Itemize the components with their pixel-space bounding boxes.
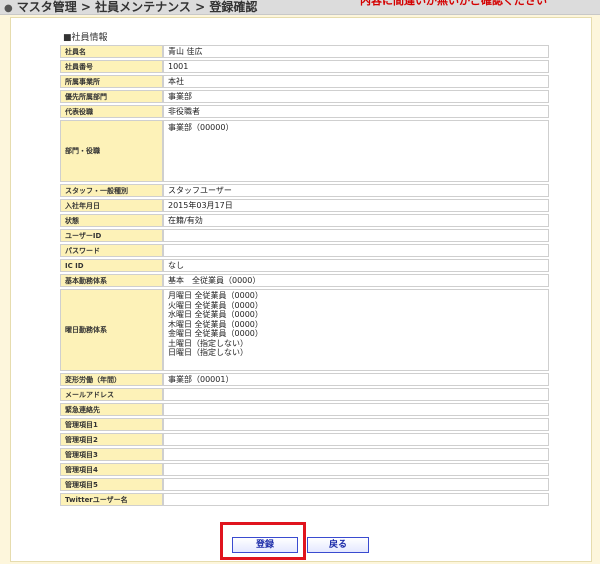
highlight-box <box>220 522 306 560</box>
row-label: ユーザーID <box>60 229 163 242</box>
table-row: 管理項目5 <box>60 478 549 491</box>
row-label: Twitterユーザー名 <box>60 493 163 506</box>
section-title: ■社員情報 <box>63 33 108 43</box>
row-label: 代表役職 <box>60 105 163 118</box>
row-label: 変形労働（年間） <box>60 373 163 386</box>
employee-info-table: 社員名 青山 佳広 社員番号 1001 所属事業所 本社 優先所属部門 事業部 … <box>60 43 549 508</box>
row-label: 基本勤務体系 <box>60 274 163 287</box>
row-label: 社員番号 <box>60 60 163 73</box>
row-label: 管理項目2 <box>60 433 163 446</box>
breadcrumb: マスタ管理 > 社員メンテナンス > 登録確認 <box>16 0 258 14</box>
table-row: 状態 在籍/有効 <box>60 214 549 227</box>
row-value: 在籍/有効 <box>163 214 549 227</box>
row-value: 青山 佳広 <box>163 45 549 58</box>
table-row: 緊急連絡先 <box>60 403 549 416</box>
row-value <box>163 244 549 257</box>
row-value <box>163 463 549 476</box>
table-row: Twitterユーザー名 <box>60 493 549 506</box>
row-label: IC ID <box>60 259 163 272</box>
row-label: 管理項目3 <box>60 448 163 461</box>
row-value <box>163 448 549 461</box>
weekday-line: 水曜日 全従業員（0000） <box>168 310 263 319</box>
back-button[interactable]: 戻る <box>307 537 369 553</box>
table-row: 管理項目4 <box>60 463 549 476</box>
row-value: 基本 全従業員（0000） <box>163 274 549 287</box>
row-label: パスワード <box>60 244 163 257</box>
row-value <box>163 478 549 491</box>
page-frame: ● マスタ管理 > 社員メンテナンス > 登録確認 内容に間違いが無いかご確認くだ… <box>0 0 600 564</box>
row-value: 2015年03月17日 <box>163 199 549 212</box>
row-value: 事業部（00001） <box>163 373 549 386</box>
table-row: 曜日勤務体系 月曜日 全従業員（0000） 火曜日 全従業員（0000） 水曜日… <box>60 289 549 371</box>
row-value <box>163 433 549 446</box>
row-value: なし <box>163 259 549 272</box>
row-value <box>163 418 549 431</box>
table-row: 優先所属部門 事業部 <box>60 90 549 103</box>
table-row: 管理項目3 <box>60 448 549 461</box>
row-value: 1001 <box>163 60 549 73</box>
weekday-line: 土曜日（指定しない） <box>168 338 248 348</box>
weekday-line: 木曜日 全従業員（0000） <box>168 319 263 329</box>
row-value: スタッフユーザー <box>163 184 549 197</box>
row-label: 社員名 <box>60 45 163 58</box>
row-label: 部門・役職 <box>60 120 163 182</box>
main-panel: ■社員情報 社員名 青山 佳広 社員番号 1001 所属事業所 本社 優先所属部… <box>10 17 592 562</box>
table-row: メールアドレス <box>60 388 549 401</box>
row-label: メールアドレス <box>60 388 163 401</box>
table-row: 代表役職 非役職者 <box>60 105 549 118</box>
table-row: スタッフ・一般種別 スタッフユーザー <box>60 184 549 197</box>
row-value <box>163 229 549 242</box>
row-label: 管理項目4 <box>60 463 163 476</box>
row-value <box>163 403 549 416</box>
table-row: 管理項目1 <box>60 418 549 431</box>
row-label: 優先所属部門 <box>60 90 163 103</box>
row-value-list: 月曜日 全従業員（0000） 火曜日 全従業員（0000） 水曜日 全従業員（0… <box>163 289 549 371</box>
bullet-icon: ● <box>4 3 13 14</box>
table-row: パスワード <box>60 244 549 257</box>
row-value <box>163 493 549 506</box>
row-label: 状態 <box>60 214 163 227</box>
weekday-line: 日曜日（指定しない） <box>168 348 248 357</box>
row-label: 所属事業所 <box>60 75 163 88</box>
weekday-line: 金曜日 全従業員（0000） <box>168 329 263 338</box>
row-value: 非役職者 <box>163 105 549 118</box>
table-row: 社員番号 1001 <box>60 60 549 73</box>
row-value <box>163 388 549 401</box>
table-row: IC ID なし <box>60 259 549 272</box>
table-row: 所属事業所 本社 <box>60 75 549 88</box>
table-row: 変形労働（年間） 事業部（00001） <box>60 373 549 386</box>
weekday-line: 月曜日 全従業員（0000） <box>168 291 263 300</box>
table-row: 社員名 青山 佳広 <box>60 45 549 58</box>
row-value: 本社 <box>163 75 549 88</box>
table-row: ユーザーID <box>60 229 549 242</box>
table-row: 基本勤務体系 基本 全従業員（0000） <box>60 274 549 287</box>
row-label: スタッフ・一般種別 <box>60 184 163 197</box>
row-value: 事業部（00000） <box>163 120 549 182</box>
row-label: 曜日勤務体系 <box>60 289 163 371</box>
confirm-note: 内容に間違いが無いかご確認ください <box>360 0 547 7</box>
table-row: 部門・役職 事業部（00000） <box>60 120 549 182</box>
table-row: 入社年月日 2015年03月17日 <box>60 199 549 212</box>
table-row: 管理項目2 <box>60 433 549 446</box>
row-label: 入社年月日 <box>60 199 163 212</box>
row-label: 管理項目5 <box>60 478 163 491</box>
breadcrumb-bar: ● マスタ管理 > 社員メンテナンス > 登録確認 内容に間違いが無いかご確認くだ… <box>0 0 600 15</box>
row-label: 管理項目1 <box>60 418 163 431</box>
row-value: 事業部 <box>163 90 549 103</box>
row-label: 緊急連絡先 <box>60 403 163 416</box>
weekday-line: 火曜日 全従業員（0000） <box>168 300 263 310</box>
